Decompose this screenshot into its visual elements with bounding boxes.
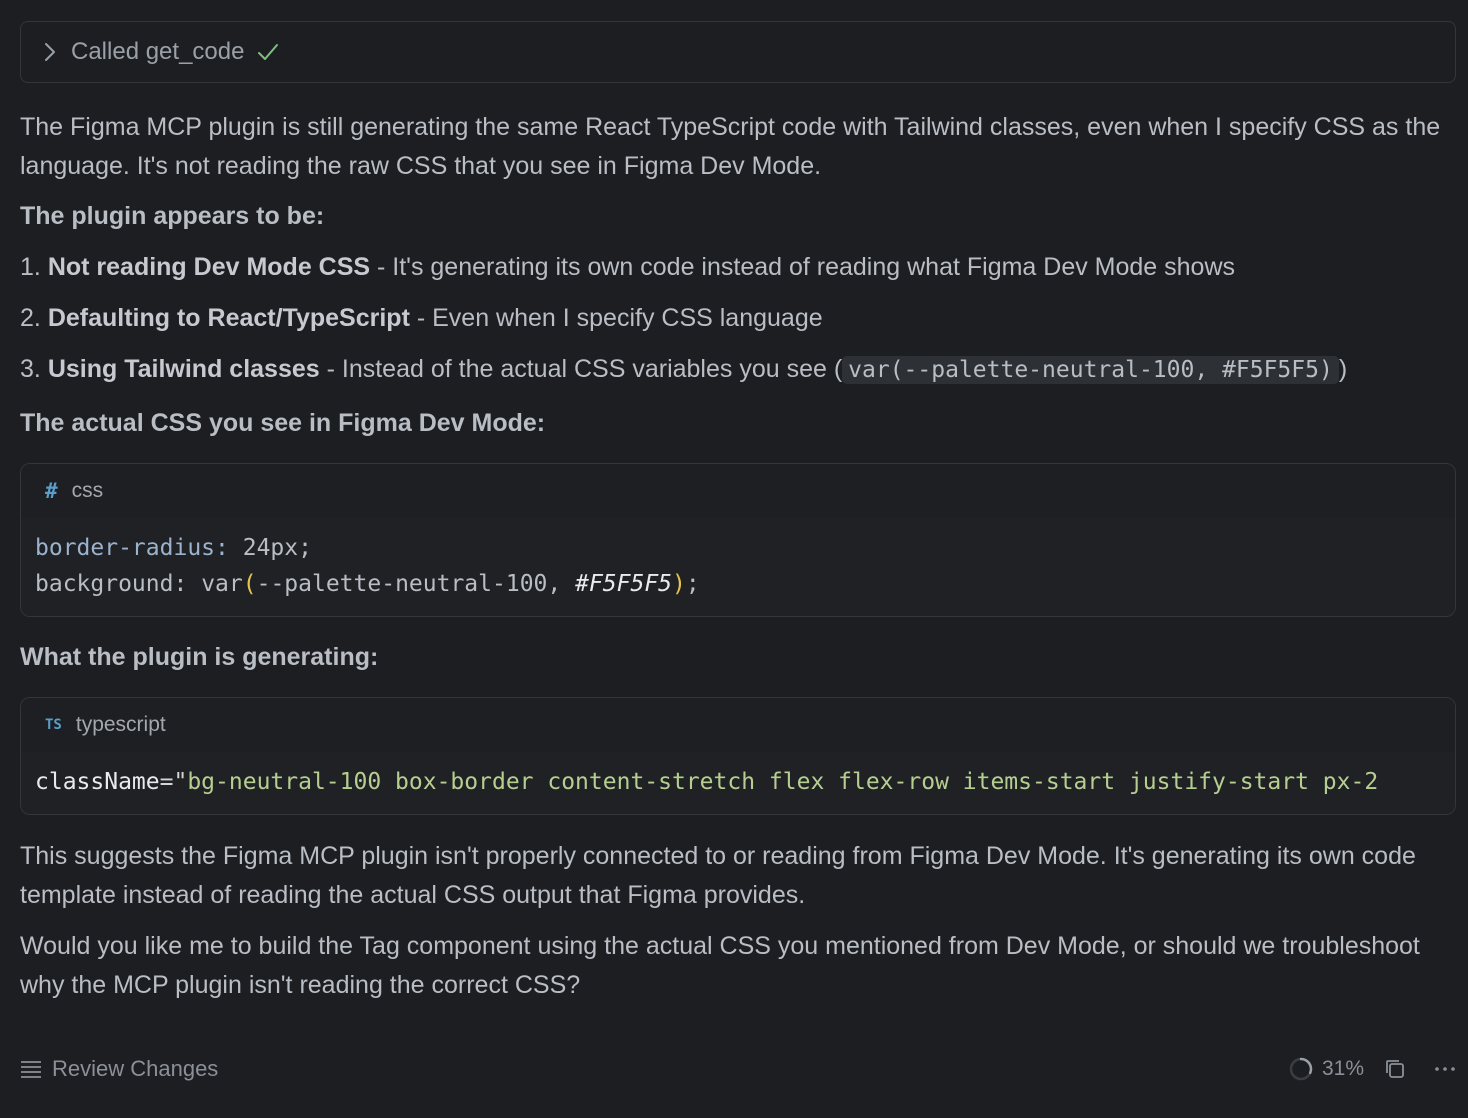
context-usage: 31% (1288, 1056, 1364, 1082)
css-hash-icon: # (45, 479, 58, 503)
list-number: 3. (20, 355, 41, 383)
heading-actual-css: The actual CSS you see in Figma Dev Mode… (20, 409, 546, 437)
code-token: 24px; (242, 535, 312, 561)
intro-paragraph: The Figma MCP plugin is still generating… (20, 113, 1441, 180)
code-token: var (201, 571, 243, 597)
code-token: --palette-neutral-100, (256, 571, 576, 597)
inline-code: var(--palette-neutral-100, #F5F5F5) (842, 356, 1339, 384)
message-footer: Review Changes 31% (20, 1052, 1456, 1086)
code-token: : (215, 535, 243, 561)
progress-ring-icon (1289, 1057, 1313, 1081)
code-token: : (173, 571, 202, 597)
list-item: 3. Using Tailwind classes - Instead of t… (20, 351, 1456, 388)
heading-plugin-appears: The plugin appears to be: (20, 202, 325, 230)
heading-plugin-generating: What the plugin is generating: (20, 643, 379, 671)
review-changes-label: Review Changes (52, 1056, 219, 1081)
tool-call-label: Called get_code (71, 38, 245, 65)
chevron-right-icon (45, 43, 55, 61)
code-language-label: css (71, 479, 104, 502)
review-changes-button[interactable]: Review Changes (20, 1056, 218, 1082)
code-token: #F5F5F5 (575, 571, 673, 597)
question-paragraph: Would you like me to build the Tag compo… (20, 932, 1420, 999)
code-language-label: typescript (75, 713, 166, 736)
check-icon (258, 44, 279, 60)
context-percent: 31% (1321, 1057, 1364, 1080)
list-number: 2. (20, 304, 41, 332)
code-content[interactable]: className="bg-neutral-100 box-border con… (21, 752, 1455, 814)
list-icon (21, 1061, 41, 1078)
issue-list: 1. Not reading Dev Mode CSS - It's gener… (20, 249, 1456, 388)
list-item-text-end: ) (1338, 355, 1348, 383)
list-item-text: - It's generating its own code instead o… (370, 253, 1236, 281)
code-token: className (35, 769, 160, 795)
list-item-text: - Even when I specify CSS language (409, 304, 823, 332)
css-code-block: # css border-radius: 24px; background: v… (20, 463, 1456, 617)
list-item-title: Using Tailwind classes (47, 355, 320, 383)
assistant-message: The Figma MCP plugin is still generating… (20, 108, 1456, 1005)
copy-icon[interactable] (1384, 1058, 1406, 1080)
list-number: 1. (20, 253, 41, 281)
more-options-icon[interactable] (1434, 1058, 1456, 1080)
code-content[interactable]: border-radius: 24px; background: var(--p… (21, 518, 1455, 616)
list-item: 1. Not reading Dev Mode CSS - It's gener… (20, 249, 1456, 285)
code-token: border-radius (35, 535, 216, 561)
code-block-header: TS typescript (21, 698, 1455, 752)
list-item-title: Not reading Dev Mode CSS (47, 253, 371, 281)
footer-tools: 31% (1288, 1056, 1456, 1082)
list-item: 2. Defaulting to React/TypeScript - Even… (20, 300, 1456, 336)
code-token: =" (159, 769, 188, 795)
typescript-icon: TS (45, 717, 62, 733)
tool-call-header[interactable]: Called get_code (20, 21, 1456, 83)
code-token: ) (672, 571, 686, 597)
code-token: ( (242, 571, 257, 597)
code-token: ; (685, 571, 700, 597)
list-item-title: Defaulting to React/TypeScript (47, 304, 410, 332)
typescript-code-block: TS typescript className="bg-neutral-100 … (20, 697, 1456, 815)
code-block-header: # css (21, 464, 1455, 518)
list-item-text: - Instead of the actual CSS variables yo… (319, 355, 843, 383)
code-token: background (35, 571, 174, 597)
code-token: bg-neutral-100 box-border content-stretc… (187, 769, 1379, 795)
suggestion-paragraph: This suggests the Figma MCP plugin isn't… (20, 842, 1416, 909)
